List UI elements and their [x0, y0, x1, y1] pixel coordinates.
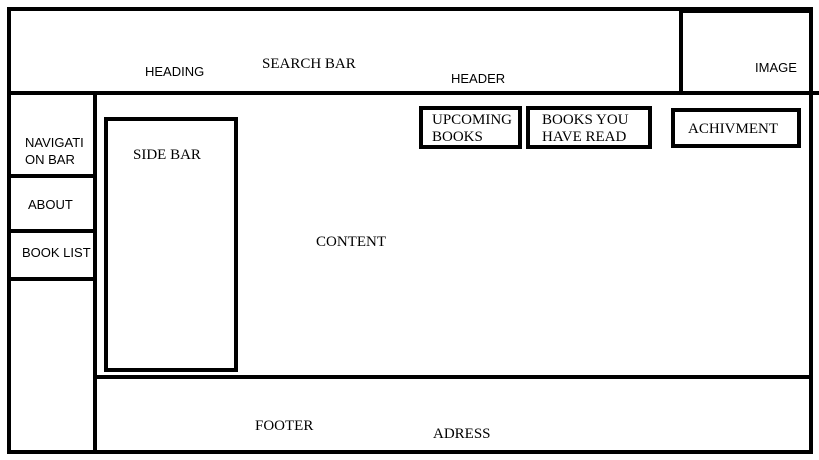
- nav-divider-1: [7, 174, 97, 178]
- upcoming-books-label: UPCOMING BOOKS: [432, 112, 522, 146]
- heading-label: HEADING: [145, 64, 205, 79]
- navigation-bar-label-line1: NAVIGATI: [25, 135, 84, 150]
- upcoming-books-label-line1: UPCOMING: [432, 112, 513, 128]
- books-you-have-read-label-line1: BOOKS YOU: [542, 112, 629, 128]
- navigation-bar-label: NAVIGATI ON BAR: [25, 134, 95, 168]
- search-bar-label[interactable]: SEARCH BAR: [262, 57, 356, 72]
- books-you-have-read-label-line2: HAVE READ: [542, 129, 627, 145]
- achievement-label: ACHIVMENT: [688, 121, 778, 137]
- navigation-bar-label-line2: ON BAR: [25, 152, 75, 167]
- nav-divider-3: [7, 277, 97, 281]
- image-label: IMAGE: [755, 60, 797, 75]
- footer-label: FOOTER: [255, 418, 314, 434]
- header-image-box: [679, 9, 813, 95]
- footer: [93, 375, 813, 454]
- address-label: ADRESS: [433, 426, 491, 442]
- header-label: HEADER: [451, 71, 506, 86]
- nav-divider-2: [7, 229, 97, 233]
- nav-item-about[interactable]: ABOUT: [28, 198, 73, 211]
- side-bar-label: SIDE BAR: [133, 147, 201, 163]
- nav-item-book-list[interactable]: BOOK LIST: [22, 246, 91, 259]
- upcoming-books-label-line2: BOOKS: [432, 129, 483, 145]
- content-label: CONTENT: [316, 234, 386, 250]
- books-you-have-read-label: BOOKS YOU HAVE READ: [542, 112, 652, 146]
